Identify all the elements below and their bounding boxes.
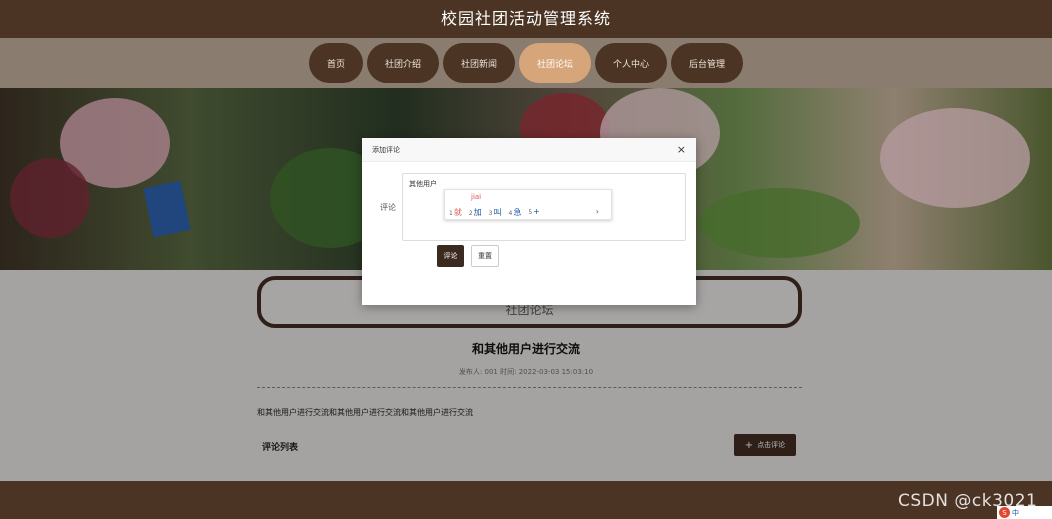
nav-item-admin[interactable]: 后台管理 — [671, 43, 744, 83]
ime-candidates: 1就 2加 3叫 4急 5+ — [449, 207, 540, 218]
modal-title: 添加评论 — [372, 145, 400, 154]
modal-header: 添加评论 × — [362, 138, 696, 162]
ime-candidate[interactable]: 5+ — [528, 207, 540, 218]
ime-candidate[interactable]: 1就 — [449, 207, 462, 218]
add-comment-modal: 添加评论 × 评论 其他用户 评论 重置 — [362, 138, 696, 305]
nav-item-club-forum[interactable]: 社团论坛 — [519, 43, 592, 83]
ime-candidate[interactable]: 4急 — [508, 207, 521, 218]
site-footer — [0, 481, 1052, 519]
submit-comment-button[interactable]: 评论 — [437, 245, 464, 267]
site-title: 校园社团活动管理系统 — [440, 9, 611, 28]
close-icon[interactable]: × — [677, 143, 686, 156]
main-nav: 首页 社团介绍 社团新闻 社团论坛 个人中心 后台管理 — [0, 38, 1052, 88]
ime-candidate[interactable]: 2加 — [469, 207, 482, 218]
nav-item-personal-center[interactable]: 个人中心 — [595, 43, 668, 83]
site-header: 校园社团活动管理系统 — [0, 0, 1052, 38]
nav-item-home[interactable]: 首页 — [308, 43, 363, 83]
ime-tray[interactable]: S 中 — [997, 506, 1052, 519]
nav-item-club-intro[interactable]: 社团介绍 — [366, 43, 439, 83]
reset-button[interactable]: 重置 — [471, 245, 499, 267]
comment-label: 评论 — [380, 203, 396, 212]
language-indicator: 中 — [1012, 508, 1019, 517]
ime-candidate[interactable]: 3叫 — [489, 207, 502, 218]
ime-composition: jiai — [471, 193, 482, 201]
ime-candidate-popup: jiai 1就 2加 3叫 4急 5+ › — [444, 189, 612, 220]
sogou-logo-icon: S — [999, 507, 1010, 518]
chevron-right-icon[interactable]: › — [596, 207, 599, 216]
nav-item-club-news[interactable]: 社团新闻 — [442, 43, 515, 83]
